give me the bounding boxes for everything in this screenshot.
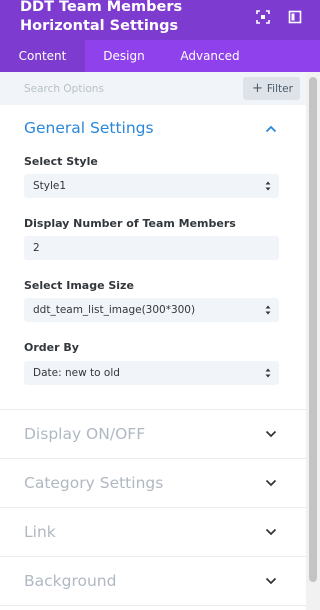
- order-by-label: Order By: [24, 341, 79, 354]
- select-arrows-icon: [265, 368, 271, 378]
- settings-header: DDT Team Members Horizontal Settings: [0, 0, 320, 40]
- plus-icon: +: [252, 81, 263, 96]
- section-divider: [0, 458, 306, 459]
- section-divider: [0, 556, 306, 557]
- filter-label: Filter: [266, 83, 293, 95]
- section-display-on-off[interactable]: Display ON/OFF: [24, 425, 145, 443]
- scrollbar-thumb[interactable]: [309, 77, 317, 582]
- tab-content[interactable]: Content: [0, 40, 85, 72]
- image-size-label: Select Image Size: [24, 279, 134, 292]
- section-category-settings[interactable]: Category Settings: [24, 474, 163, 492]
- search-bar: +Filter: [0, 72, 306, 105]
- tab-bar: Content Design Advanced: [0, 40, 320, 72]
- select-style-dropdown[interactable]: Style1: [24, 174, 279, 198]
- filter-button[interactable]: + Filter: [243, 77, 300, 100]
- select-style-label: Select Style: [24, 155, 98, 168]
- expand-icon[interactable]: [256, 10, 270, 24]
- chevron-up-icon[interactable]: [265, 125, 277, 133]
- modal-title: DDT Team Members Horizontal Settings: [20, 0, 183, 34]
- select-arrows-icon: [265, 305, 271, 315]
- section-link[interactable]: Link: [24, 523, 56, 541]
- section-divider: [0, 605, 306, 606]
- display-number-input[interactable]: 2: [24, 236, 279, 260]
- chevron-down-icon[interactable]: [265, 430, 277, 438]
- display-number-value: 2: [33, 242, 40, 254]
- tab-advanced[interactable]: Advanced: [163, 40, 257, 72]
- section-divider: [0, 507, 306, 508]
- image-size-value: ddt_team_list_image(300*300): [33, 304, 196, 316]
- display-number-label: Display Number of Team Members: [24, 217, 236, 230]
- section-background[interactable]: Background: [24, 572, 116, 590]
- layout-icon[interactable]: [288, 10, 302, 24]
- order-by-value: Date: new to old: [33, 367, 120, 379]
- chevron-down-icon[interactable]: [265, 577, 277, 585]
- section-general-settings[interactable]: General Settings: [24, 119, 154, 137]
- search-input[interactable]: [0, 72, 240, 105]
- image-size-dropdown[interactable]: ddt_team_list_image(300*300): [24, 298, 279, 322]
- chevron-down-icon[interactable]: [265, 479, 277, 487]
- chevron-down-icon[interactable]: [265, 528, 277, 536]
- scrollbar[interactable]: [306, 72, 320, 610]
- order-by-dropdown[interactable]: Date: new to old: [24, 361, 279, 385]
- section-divider: [0, 409, 306, 410]
- tab-design[interactable]: Design: [85, 40, 163, 72]
- select-style-value: Style1: [33, 180, 67, 192]
- select-arrows-icon: [265, 181, 271, 191]
